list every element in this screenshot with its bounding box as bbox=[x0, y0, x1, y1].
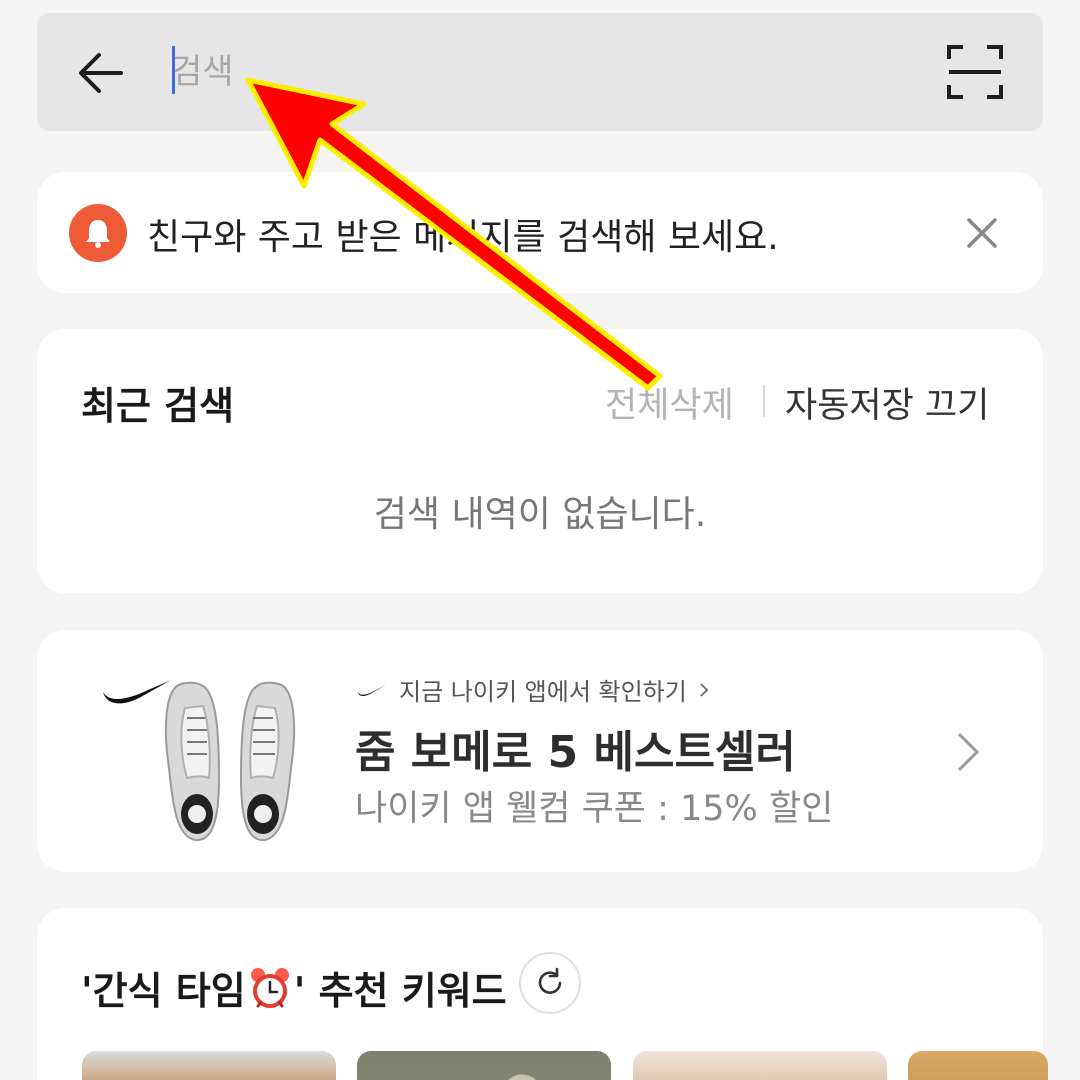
sneaker-left bbox=[164, 681, 221, 842]
autosave-off-button[interactable]: 자동저장 끄기 bbox=[785, 377, 989, 428]
delete-all-button[interactable]: 전체삭제 bbox=[605, 377, 734, 428]
ad-image bbox=[99, 658, 319, 848]
back-button[interactable] bbox=[73, 43, 133, 103]
recent-searches-card: 최근 검색 전체삭제 자동저장 끄기 검색 내역이 없습니다. bbox=[37, 329, 1043, 593]
search-page: 친구와 주고 받은 메시지를 검색해 보세요. 최근 검색 전체삭제 자동저장 … bbox=[0, 0, 1080, 1080]
text-cursor bbox=[172, 46, 175, 94]
ad-brand-link: 지금 나이키 앱에서 확인하기 bbox=[399, 678, 687, 706]
scan-button[interactable] bbox=[945, 43, 1005, 101]
bell-badge bbox=[69, 204, 127, 262]
recommended-keywords-title: '간식 타임 ' 추천 키워드 bbox=[81, 960, 507, 1015]
search-input[interactable] bbox=[171, 39, 911, 105]
divider bbox=[763, 385, 765, 417]
recent-searches-title: 최근 검색 bbox=[81, 384, 235, 428]
ad-title: 줌 보메로 5 베스트셀러 bbox=[355, 727, 796, 778]
search-tip-text: 친구와 주고 받은 메시지를 검색해 보세요. bbox=[147, 217, 779, 258]
scan-icon bbox=[947, 45, 1003, 99]
nike-logo bbox=[103, 680, 171, 704]
keywords-title-before: '간식 타임 bbox=[81, 969, 246, 1013]
search-tip-banner: 친구와 주고 받은 메시지를 검색해 보세요. bbox=[37, 172, 1043, 293]
keywords-title-after: ' 추천 키워드 bbox=[293, 969, 507, 1013]
ad-open-button[interactable] bbox=[947, 728, 987, 776]
sneaker-right bbox=[239, 681, 296, 842]
search-bar bbox=[37, 13, 1043, 131]
nike-ad-card[interactable]: 지금 나이키 앱에서 확인하기 줌 보메로 5 베스트셀러 나이키 앱 웰컴 쿠… bbox=[37, 630, 1043, 872]
keyword-thumbnail[interactable] bbox=[82, 1051, 336, 1080]
arrow-left-icon bbox=[79, 53, 123, 93]
close-icon bbox=[967, 218, 997, 248]
refresh-keywords-button[interactable] bbox=[519, 952, 581, 1014]
close-banner-button[interactable] bbox=[961, 212, 1003, 254]
bell-icon bbox=[86, 220, 110, 248]
chevron-right-icon bbox=[957, 732, 980, 772]
alarm-clock-icon bbox=[250, 967, 289, 1008]
refresh-icon bbox=[538, 967, 562, 994]
chevron-right-small-icon bbox=[700, 682, 709, 697]
keyword-thumbnail[interactable] bbox=[908, 1051, 1048, 1080]
ad-subtitle: 나이키 앱 웰컴 쿠폰 : 15% 할인 bbox=[355, 789, 834, 829]
keyword-thumbnail[interactable] bbox=[633, 1051, 887, 1080]
ad-brand-row[interactable]: 지금 나이키 앱에서 확인하기 bbox=[357, 672, 709, 707]
recommended-keywords-card: '간식 타임 ' 추천 키워드 bbox=[37, 908, 1048, 1080]
keyword-thumbnail[interactable] bbox=[357, 1051, 611, 1080]
empty-history-message: 검색 내역이 없습니다. bbox=[373, 494, 707, 535]
nike-swoosh-icon bbox=[358, 684, 386, 696]
